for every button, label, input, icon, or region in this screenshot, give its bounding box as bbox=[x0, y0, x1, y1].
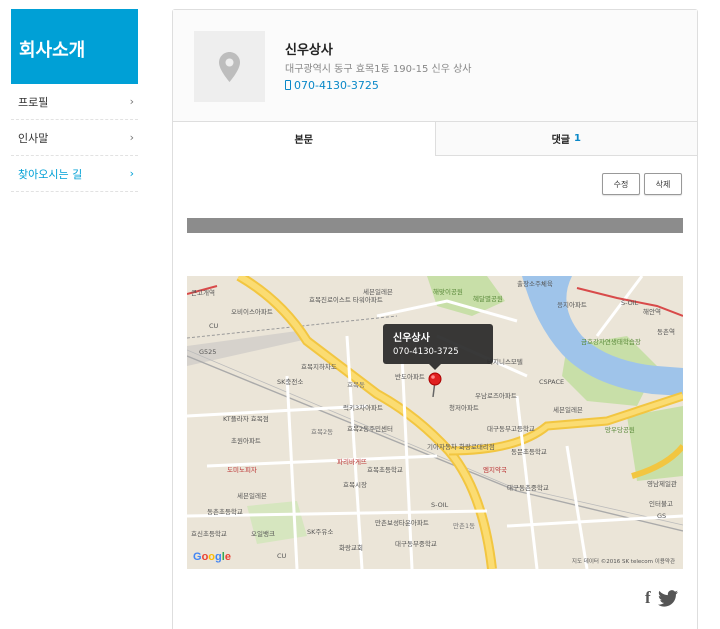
sidebar-title: 회사소개 bbox=[11, 9, 138, 84]
location-marker-icon[interactable] bbox=[427, 371, 443, 397]
map-label: 엠지약국 bbox=[483, 466, 507, 474]
map-label: 대구동부중학교 bbox=[395, 540, 437, 548]
map-label: 럭키3차아파트 bbox=[343, 404, 384, 412]
edit-button[interactable]: 수정 bbox=[602, 173, 640, 195]
chevron-right-icon: › bbox=[129, 167, 134, 180]
map-label: 효목초등학교 bbox=[367, 466, 403, 474]
map-label: G525 bbox=[199, 348, 217, 356]
map-label: 우남로즈아파트 bbox=[475, 392, 517, 400]
map-label: 효신초등학교 bbox=[191, 530, 227, 538]
map-label: 동촌역 bbox=[657, 328, 675, 336]
map-label: 동촌초등학교 bbox=[207, 508, 243, 516]
map-label: SK주유소 bbox=[307, 528, 334, 536]
map-label: SK충전소 bbox=[277, 378, 304, 386]
sidebar-item-label: 프로필 bbox=[18, 95, 49, 109]
map-info-bubble: 신우상사 070-4130-3725 bbox=[383, 324, 493, 370]
map-label: 오비이스아파트 bbox=[231, 308, 273, 316]
logo-letter: G bbox=[193, 551, 202, 563]
map-label: 세븐일레븐 bbox=[363, 288, 393, 296]
map-label: CU bbox=[277, 552, 287, 560]
content-divider-bar bbox=[187, 218, 683, 233]
logo-letter: e bbox=[224, 551, 231, 563]
map-label: 해안역 bbox=[643, 308, 661, 316]
map-label: KT플라자 효목점 bbox=[223, 415, 269, 423]
map-label: 대구동촌중학교 bbox=[507, 484, 549, 492]
phone-number: 070-4130-3725 bbox=[294, 79, 379, 92]
map-label: 오일뱅크 bbox=[251, 530, 275, 538]
business-address: 대구광역시 동구 효목1동 190-15 신우 상사 bbox=[285, 64, 472, 75]
bubble-title: 신우상사 bbox=[393, 333, 430, 344]
map-label: 초원아파트 bbox=[231, 437, 261, 445]
tab-comments[interactable]: 댓글 1 bbox=[435, 122, 697, 155]
map-label: S-OIL bbox=[621, 299, 639, 307]
delete-button[interactable]: 삭제 bbox=[644, 173, 682, 195]
map-label: 망우당공원 bbox=[605, 426, 635, 434]
map-label: CSPACE bbox=[539, 378, 565, 386]
map-attribution[interactable]: 지도 데이터 ©2016 SK telecom 이용약관 bbox=[572, 557, 675, 565]
tab-label: 본문 bbox=[294, 135, 313, 146]
map-label: 만촌보성타운아파트 bbox=[375, 519, 429, 527]
sidebar-item-label: 찾아오시는 길 bbox=[18, 167, 83, 181]
google-logo: Google bbox=[193, 551, 231, 563]
map-label: 도미노피자 bbox=[227, 466, 257, 474]
map-label: 금호강자연생태학습장 bbox=[581, 338, 641, 346]
map-label: 대구동부고등학교 bbox=[487, 425, 535, 433]
map-label: 큰고개역 bbox=[191, 289, 215, 297]
map-label: 화랑교회 bbox=[339, 544, 363, 552]
location-map[interactable]: 큰고개역 오비이스아파트 효목진로이스트 타워아파트 세븐일레븐 해맞이공원 혜… bbox=[187, 276, 683, 569]
map-label: 혜달별공원 bbox=[473, 295, 503, 303]
map-label: 출장소주체육 bbox=[517, 280, 553, 288]
map-label: 기아자동차 화랑로대리점 bbox=[427, 443, 495, 451]
map-label: 세븐일레븐 bbox=[237, 492, 267, 500]
map-label: 효목시장 bbox=[343, 481, 367, 489]
sidebar: 회사소개 프로필 › 인사말 › 찾아오시는 길 › bbox=[11, 9, 138, 192]
business-name: 신우상사 bbox=[285, 43, 333, 58]
tab-bar: 본문 댓글 1 bbox=[173, 122, 697, 156]
map-label: S-OIL bbox=[431, 501, 449, 509]
map-label: CU bbox=[209, 322, 219, 330]
sidebar-item-label: 인사말 bbox=[18, 131, 49, 145]
sidebar-item-greeting[interactable]: 인사말 › bbox=[11, 120, 138, 156]
map-label: 효목2동 bbox=[311, 428, 334, 436]
map-label: 응지아파트 bbox=[557, 301, 587, 309]
map-label: 반도아파트 bbox=[395, 373, 425, 381]
map-label: 효목지하차도 bbox=[301, 363, 337, 371]
business-thumbnail bbox=[194, 31, 265, 102]
map-label: 해맞이공원 bbox=[433, 288, 463, 296]
map-label: 세븐일레븐 bbox=[553, 406, 583, 414]
map-label: 동문초등학교 bbox=[511, 448, 547, 456]
phone-icon bbox=[285, 80, 291, 90]
sidebar-item-directions[interactable]: 찾아오시는 길 › bbox=[11, 156, 138, 192]
business-card: 신우상사 대구광역시 동구 효목1동 190-15 신우 상사 070-4130… bbox=[173, 10, 697, 122]
business-phone[interactable]: 070-4130-3725 bbox=[285, 79, 379, 92]
map-label: 파리바게뜨 bbox=[337, 458, 367, 466]
map-label: 청저아파트 bbox=[449, 404, 479, 412]
map-pin-icon bbox=[219, 52, 240, 82]
chevron-right-icon: › bbox=[129, 95, 134, 108]
map-label: 인터불고 bbox=[649, 500, 673, 508]
map-label: 만촌1동 bbox=[453, 522, 476, 530]
content-panel: 신우상사 대구광역시 동구 효목1동 190-15 신우 상사 070-4130… bbox=[172, 9, 698, 629]
sidebar-item-profile[interactable]: 프로필 › bbox=[11, 84, 138, 120]
logo-letter: g bbox=[215, 551, 222, 563]
map-label: 영남제일관 bbox=[647, 480, 677, 488]
comment-count: 1 bbox=[573, 133, 581, 144]
map-label: 효목동 bbox=[347, 381, 365, 389]
tab-body[interactable]: 본문 bbox=[173, 122, 436, 156]
map-label: GS bbox=[657, 512, 667, 520]
chevron-right-icon: › bbox=[129, 131, 134, 144]
twitter-share-icon[interactable] bbox=[658, 590, 678, 607]
map-label: 효목2동주민센터 bbox=[347, 425, 393, 433]
tab-label: 댓글 bbox=[551, 135, 570, 146]
bubble-phone: 070-4130-3725 bbox=[393, 347, 459, 357]
facebook-share-icon[interactable]: f bbox=[645, 588, 651, 608]
